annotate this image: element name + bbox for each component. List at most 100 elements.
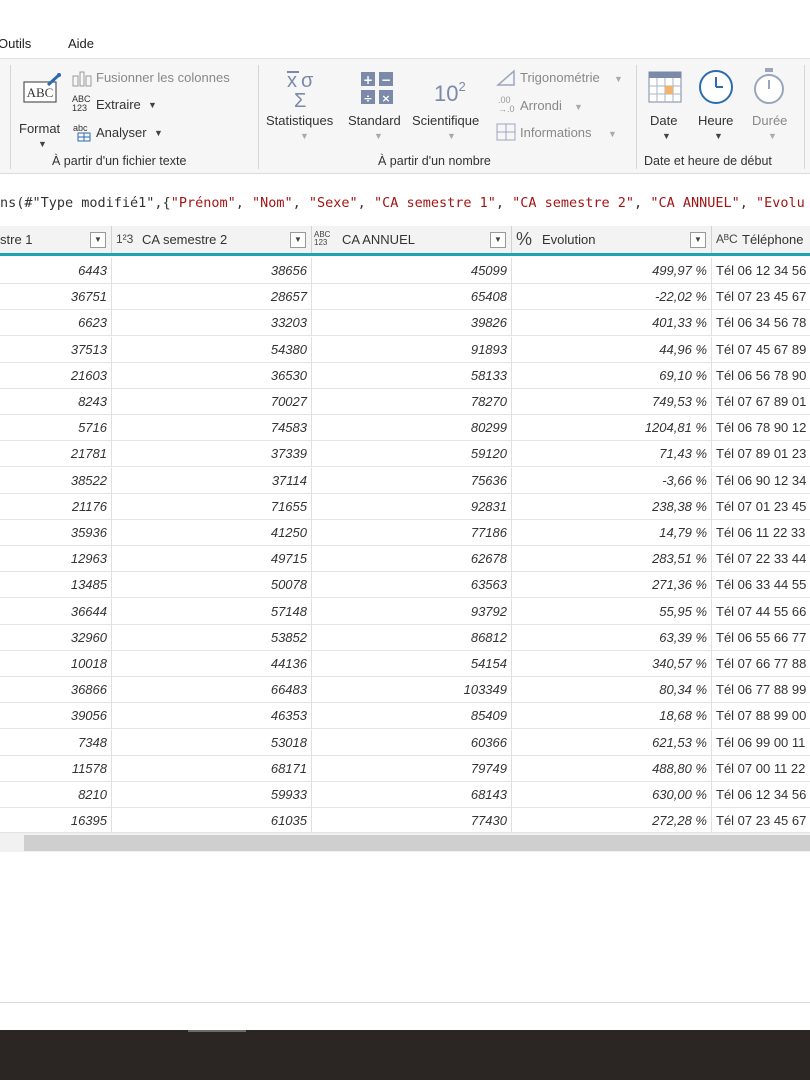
filter-dropdown-icon[interactable]: ▼ xyxy=(690,232,706,248)
formula-bar[interactable]: ns(#"Type modifié1",{"Prénom", "Nom", "S… xyxy=(0,190,810,216)
table-cell[interactable]: Tél 07 89 01 23 xyxy=(712,441,810,467)
trigonometry-button[interactable]: Trigonométrie ▼ xyxy=(496,69,626,89)
scrollbar-thumb[interactable] xyxy=(24,835,810,851)
horizontal-scrollbar[interactable] xyxy=(0,832,810,852)
table-row[interactable]: 6623 33203 39826 401,33 % Tél 06 34 56 78 xyxy=(0,310,810,337)
table-cell[interactable]: Tél 06 56 78 90 xyxy=(712,363,810,389)
table-cell[interactable]: Tél 06 11 22 33 xyxy=(712,520,810,546)
table-cell[interactable]: Tél 06 33 44 55 xyxy=(712,572,810,598)
table-row[interactable]: 21603 36530 58133 69,10 % Tél 06 56 78 90 xyxy=(0,362,810,389)
table-cell[interactable]: 92831 xyxy=(312,493,512,520)
table-cell[interactable]: 63563 xyxy=(312,572,512,599)
table-row[interactable]: 8210 59933 68143 630,00 % Tél 06 12 34 56 xyxy=(0,782,810,808)
table-cell[interactable]: 68171 xyxy=(112,755,312,782)
whole-number-type-icon[interactable]: 1²3 xyxy=(116,226,133,253)
table-cell[interactable]: 69,10 % xyxy=(512,362,712,389)
table-cell[interactable]: 36866 xyxy=(0,677,112,704)
column-header-ca-semestre-1[interactable]: stre 1 ▼ xyxy=(0,226,112,253)
table-cell[interactable]: 749,53 % xyxy=(512,389,712,415)
table-row[interactable]: 8243 70027 78270 749,53 % Tél 07 67 89 01 xyxy=(0,389,810,415)
table-row[interactable]: 32960 53852 86812 63,39 % Tél 06 55 66 77 xyxy=(0,624,810,651)
menu-aide[interactable]: Aide xyxy=(68,36,94,51)
table-cell[interactable]: 401,33 % xyxy=(512,310,712,337)
table-cell[interactable]: Tél 06 99 00 11 xyxy=(712,730,810,756)
table-cell[interactable]: 80,34 % xyxy=(512,677,712,704)
table-cell[interactable]: 59933 xyxy=(112,782,312,808)
table-cell[interactable]: 11578 xyxy=(0,755,112,782)
table-cell[interactable]: 36530 xyxy=(112,362,312,389)
table-cell[interactable]: Tél 07 23 45 67 xyxy=(712,808,810,834)
table-cell[interactable]: 45099 xyxy=(312,258,512,284)
table-cell[interactable]: 53852 xyxy=(112,624,312,651)
table-row[interactable]: 13485 50078 63563 271,36 % Tél 06 33 44 55 xyxy=(0,572,810,599)
table-cell[interactable]: 53018 xyxy=(112,729,312,756)
table-cell[interactable]: 5716 xyxy=(0,415,112,442)
table-row[interactable]: 36751 28657 65408 -22,02 % Tél 07 23 45 67 xyxy=(0,284,810,311)
table-row[interactable]: 21176 71655 92831 238,38 % Tél 07 01 23 45 xyxy=(0,493,810,520)
information-button[interactable]: Informations ▼ xyxy=(496,123,620,143)
table-cell[interactable]: -22,02 % xyxy=(512,284,712,311)
table-cell[interactable]: 13485 xyxy=(0,572,112,599)
table-cell[interactable]: Tél 07 44 55 66 xyxy=(712,599,810,625)
table-cell[interactable]: 78270 xyxy=(312,389,512,415)
table-cell[interactable]: Tél 06 90 12 34 xyxy=(712,468,810,494)
column-header-evolution[interactable]: % Evolution ▼ xyxy=(512,226,712,253)
table-cell[interactable]: 39826 xyxy=(312,310,512,337)
table-cell[interactable]: Tél 06 55 66 77 xyxy=(712,625,810,651)
table-cell[interactable]: 59120 xyxy=(312,441,512,468)
table-cell[interactable]: Tél 06 34 56 78 xyxy=(712,310,810,336)
table-cell[interactable]: 488,80 % xyxy=(512,755,712,782)
merge-columns-button[interactable]: Fusionner les colonnes xyxy=(72,69,252,89)
table-cell[interactable]: 71,43 % xyxy=(512,441,712,468)
table-row[interactable]: 11578 68171 79749 488,80 % Tél 07 00 11 22 xyxy=(0,755,810,782)
table-cell[interactable]: 58133 xyxy=(312,362,512,389)
table-cell[interactable]: Tél 07 00 11 22 xyxy=(712,756,810,782)
table-cell[interactable]: 71655 xyxy=(112,493,312,520)
table-cell[interactable]: 6443 xyxy=(0,258,112,284)
column-header-telephone[interactable]: AᴮC Téléphone xyxy=(712,226,810,253)
table-row[interactable]: 10018 44136 54154 340,57 % Tél 07 66 77 88 xyxy=(0,651,810,677)
time-button[interactable]: Heure ▼ xyxy=(696,67,742,151)
table-cell[interactable]: 61035 xyxy=(112,808,312,835)
table-row[interactable]: 39056 46353 85409 18,68 % Tél 07 88 99 00 xyxy=(0,703,810,730)
table-row[interactable]: 36866 66483 103349 80,34 % Tél 06 77 88 99 xyxy=(0,677,810,704)
filter-dropdown-icon[interactable]: ▼ xyxy=(490,232,506,248)
table-cell[interactable]: Tél 07 01 23 45 xyxy=(712,494,810,520)
table-cell[interactable]: 93792 xyxy=(312,598,512,625)
table-cell[interactable]: 80299 xyxy=(312,415,512,442)
table-cell[interactable]: 85409 xyxy=(312,703,512,730)
table-cell[interactable]: Tél 07 66 77 88 xyxy=(712,651,810,677)
table-cell[interactable]: 86812 xyxy=(312,624,512,651)
duration-button[interactable]: Durée ▼ xyxy=(748,67,798,151)
table-cell[interactable]: 37513 xyxy=(0,336,112,363)
table-cell[interactable]: 7348 xyxy=(0,729,112,756)
table-cell[interactable]: 8243 xyxy=(0,389,112,415)
table-cell[interactable]: 16395 xyxy=(0,808,112,835)
table-cell[interactable]: 54154 xyxy=(312,651,512,677)
date-button[interactable]: Date ▼ xyxy=(644,67,690,151)
table-cell[interactable]: 238,38 % xyxy=(512,493,712,520)
table-cell[interactable]: 62678 xyxy=(312,546,512,573)
table-cell[interactable]: 39056 xyxy=(0,703,112,730)
table-row[interactable]: 36644 57148 93792 55,95 % Tél 07 44 55 66 xyxy=(0,598,810,625)
table-row[interactable]: 7348 53018 60366 621,53 % Tél 06 99 00 11 xyxy=(0,729,810,756)
format-button[interactable]: ABC Format ▼ xyxy=(16,69,68,149)
table-cell[interactable]: 44136 xyxy=(112,651,312,677)
table-cell[interactable]: 77186 xyxy=(312,520,512,546)
filter-dropdown-icon[interactable]: ▼ xyxy=(90,232,106,248)
table-cell[interactable]: 37339 xyxy=(112,441,312,468)
percentage-type-icon[interactable]: % xyxy=(516,226,532,253)
table-cell[interactable]: 65408 xyxy=(312,284,512,311)
menu-outils[interactable]: Outils xyxy=(0,36,31,51)
table-cell[interactable]: 630,00 % xyxy=(512,782,712,808)
column-header-ca-semestre-2[interactable]: 1²3 CA semestre 2 ▼ xyxy=(112,226,312,253)
table-cell[interactable]: 49715 xyxy=(112,546,312,573)
table-cell[interactable]: 36644 xyxy=(0,598,112,625)
table-cell[interactable]: Tél 07 88 99 00 xyxy=(712,703,810,729)
table-cell[interactable]: 60366 xyxy=(312,729,512,756)
statistics-button[interactable]: x σ Σ Statistiques ▼ xyxy=(264,67,344,151)
table-row[interactable]: 38522 37114 75636 -3,66 % Tél 06 90 12 34 xyxy=(0,467,810,494)
table-cell[interactable]: 54380 xyxy=(112,336,312,363)
table-cell[interactable]: 46353 xyxy=(112,703,312,730)
table-cell[interactable]: 38522 xyxy=(0,467,112,494)
